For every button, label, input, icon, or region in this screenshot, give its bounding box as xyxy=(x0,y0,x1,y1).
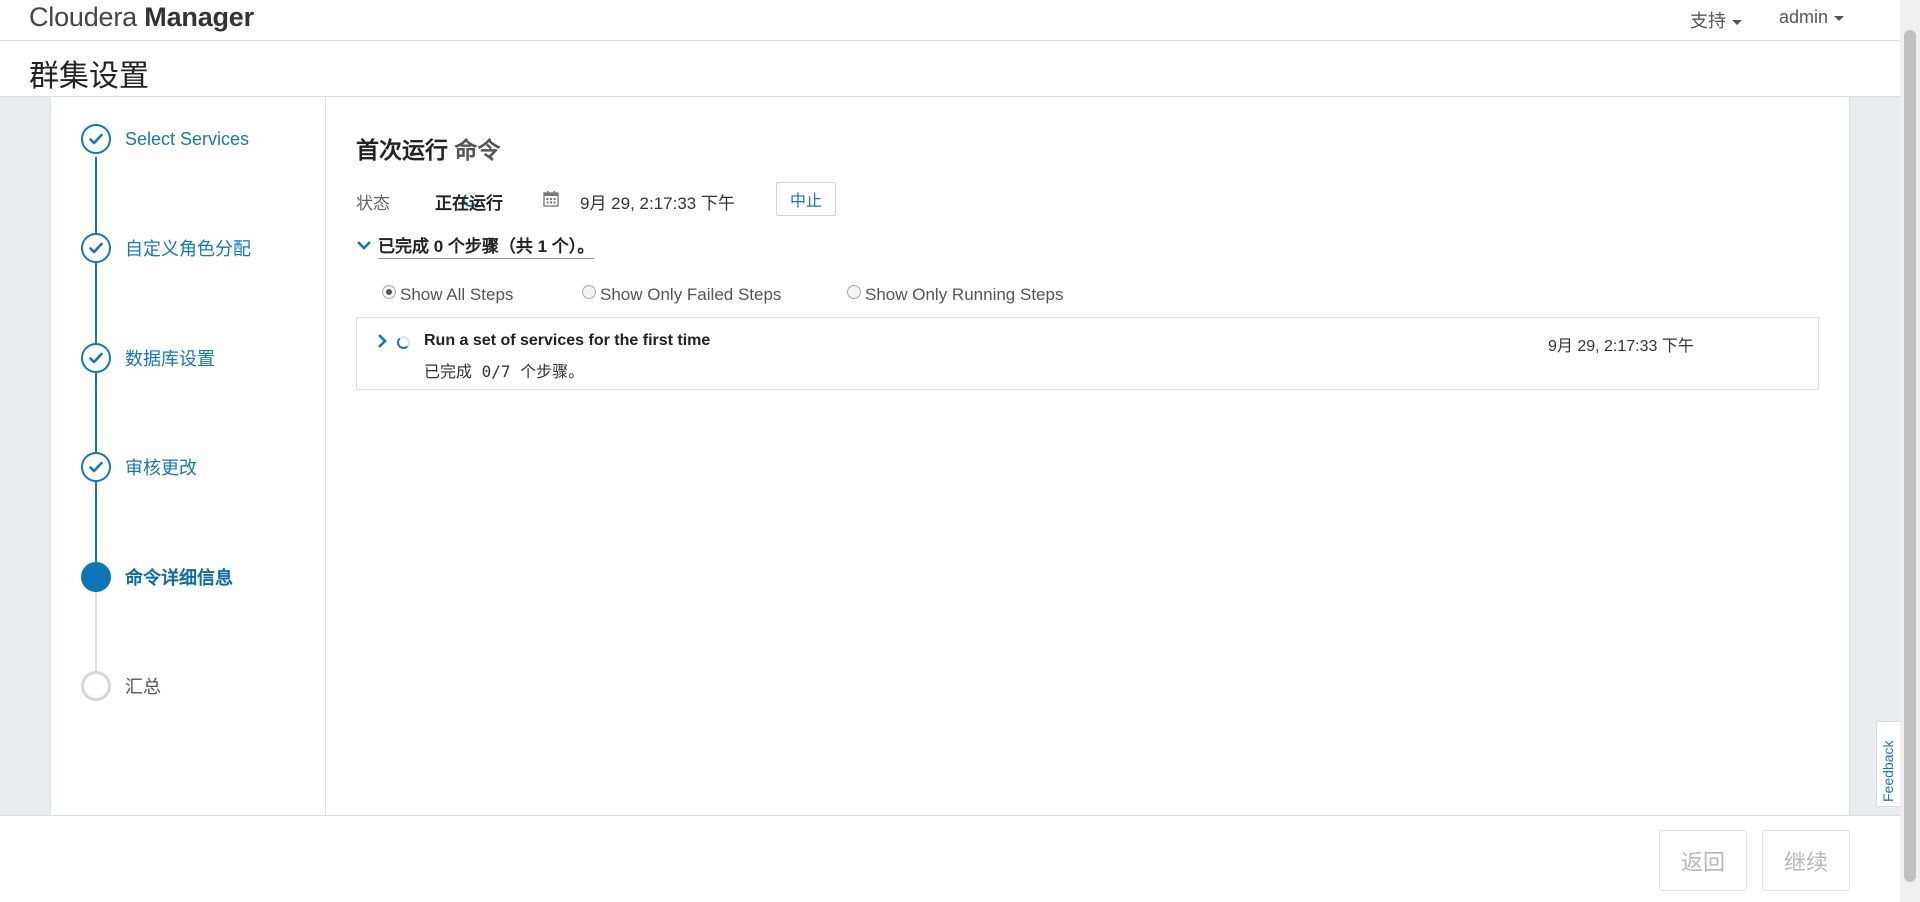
step-progress-line xyxy=(95,157,97,590)
step-filters: Show All Steps Show Only Failed Steps Sh… xyxy=(356,285,1356,307)
wizard-step-role-assignment[interactable]: 自定义角色分配 xyxy=(81,233,251,263)
status-label: 状态 xyxy=(356,194,390,213)
radio-selected-icon xyxy=(382,285,396,299)
filter-show-running-steps[interactable]: Show Only Running Steps xyxy=(847,285,1063,305)
wizard-footer: 返回 继续 xyxy=(0,815,1900,902)
page-header: 群集设置 xyxy=(0,41,1900,97)
top-navbar: Cloudera Manager 支持 admin xyxy=(0,0,1900,41)
check-icon xyxy=(81,452,111,482)
feedback-label: Feedback xyxy=(1880,740,1896,802)
feedback-tab[interactable]: Feedback xyxy=(1876,721,1900,807)
command-title: 首次运行 命令 xyxy=(356,131,500,165)
command-title-main: 首次运行 xyxy=(356,137,448,163)
command-details: 首次运行 命令 状态 正在运行 9月 29, 2:17:33 下午 中止 已完成… xyxy=(356,97,1836,815)
filter-show-all-steps[interactable]: Show All Steps xyxy=(382,285,513,305)
check-icon xyxy=(81,343,111,373)
filter-show-failed-steps[interactable]: Show Only Failed Steps xyxy=(582,285,781,305)
brand-name-light: Cloudera xyxy=(29,2,137,32)
wizard-step-label: 命令详细信息 xyxy=(125,568,233,588)
active-step-icon xyxy=(81,562,111,592)
caret-down-icon xyxy=(1834,15,1845,21)
page-title: 群集设置 xyxy=(29,60,149,93)
step-name: Run a set of services for the first time xyxy=(424,332,711,349)
support-menu[interactable]: 支持 xyxy=(1690,7,1742,33)
wizard-step-review-changes[interactable]: 审核更改 xyxy=(81,452,197,482)
spinner-icon xyxy=(397,336,410,349)
continue-button[interactable]: 继续 xyxy=(1762,830,1850,891)
back-button[interactable]: 返回 xyxy=(1659,830,1747,891)
wizard-step-label: Select Services xyxy=(125,128,250,149)
steps-summary-text: 已完成 0 个步骤（共 1 个）。 xyxy=(378,232,595,259)
steps-summary-toggle[interactable]: 已完成 0 个步骤（共 1 个）。 xyxy=(356,232,595,259)
calendar-icon xyxy=(543,191,559,207)
filter-label: Show Only Failed Steps xyxy=(600,285,782,304)
wizard-steps: Select Services 自定义角色分配 数据库设置 审核更改 命令详细信… xyxy=(51,97,326,815)
scrollbar-thumb[interactable] xyxy=(1904,30,1916,882)
radio-icon xyxy=(847,285,861,299)
wizard-step-label: 汇总 xyxy=(125,677,161,697)
step-progress: 已完成 0/7 个步骤。 xyxy=(424,362,585,381)
status-row: 状态 正在运行 9月 29, 2:17:33 下午 中止 xyxy=(356,182,956,216)
filter-label: Show Only Running Steps xyxy=(865,285,1064,304)
chevron-right-icon[interactable] xyxy=(376,333,388,349)
pending-step-icon xyxy=(81,671,111,701)
wizard-panel: Select Services 自定义角色分配 数据库设置 审核更改 命令详细信… xyxy=(50,97,1850,815)
command-title-suffix: 命令 xyxy=(454,137,501,163)
wizard-step-label: 自定义角色分配 xyxy=(125,239,251,259)
abort-button[interactable]: 中止 xyxy=(776,182,836,216)
caret-down-icon xyxy=(1732,19,1742,25)
radio-icon xyxy=(582,285,596,299)
wizard-step-select-services[interactable]: Select Services xyxy=(81,124,249,154)
user-menu-label: admin xyxy=(1779,7,1829,27)
check-icon xyxy=(81,233,111,263)
support-menu-label: 支持 xyxy=(1690,11,1726,31)
brand-name-bold: Manager xyxy=(144,2,254,32)
wizard-step-summary: 汇总 xyxy=(81,671,161,701)
page-scrollbar[interactable] xyxy=(1900,0,1920,902)
wizard-step-label: 数据库设置 xyxy=(125,349,215,369)
chevron-down-icon xyxy=(357,241,371,250)
filter-label: Show All Steps xyxy=(400,285,514,304)
user-menu[interactable]: admin xyxy=(1779,7,1845,28)
status-start-time: 9月 29, 2:17:33 下午 xyxy=(580,194,735,213)
wizard-step-database-setup[interactable]: 数据库设置 xyxy=(81,343,215,373)
status-value: 正在运行 xyxy=(435,194,503,213)
check-icon xyxy=(81,124,111,154)
brand-logo[interactable]: Cloudera Manager xyxy=(29,2,254,33)
wizard-step-label: 审核更改 xyxy=(125,458,197,478)
step-time: 9月 29, 2:17:33 下午 xyxy=(1548,338,1694,355)
wizard-step-command-details[interactable]: 命令详细信息 xyxy=(81,562,233,592)
command-step-row: Run a set of services for the first time… xyxy=(356,317,1819,390)
